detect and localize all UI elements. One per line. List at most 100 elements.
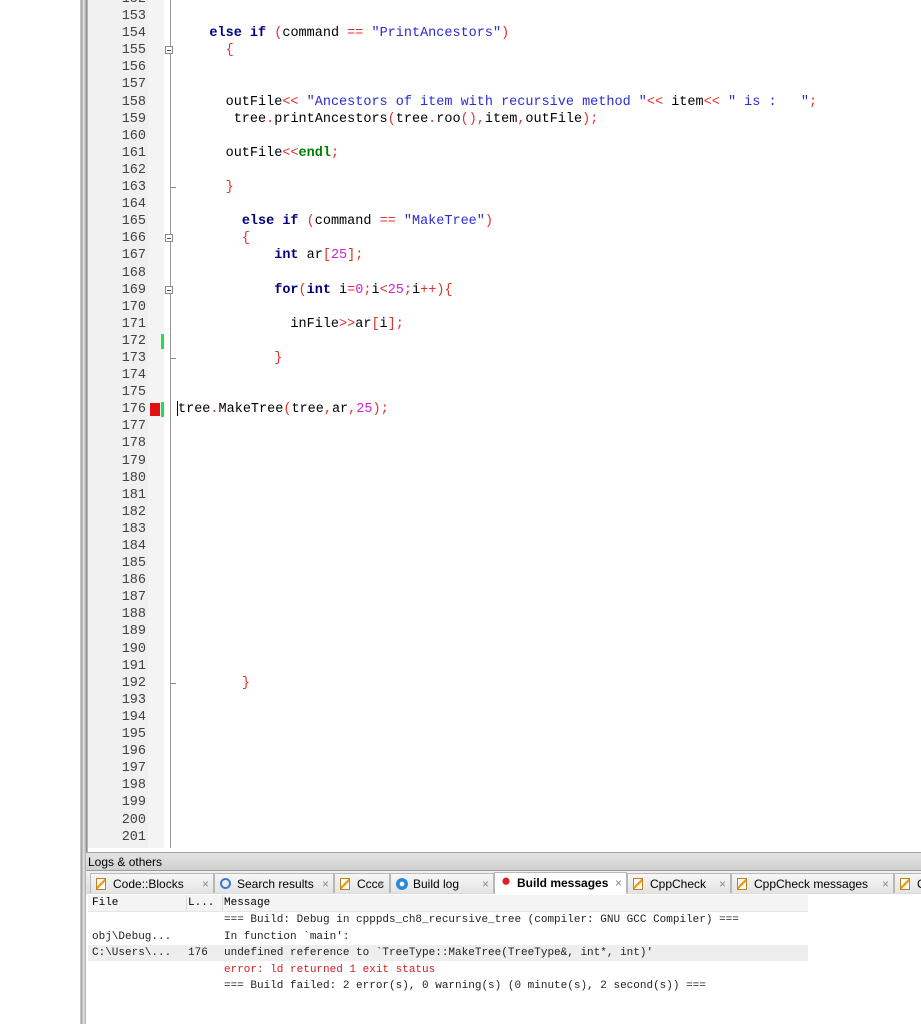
tab-code-blocks[interactable]: Code::Blocks × bbox=[90, 873, 214, 893]
error-marker-icon[interactable] bbox=[150, 403, 160, 417]
code-line[interactable]: 194 bbox=[88, 709, 921, 726]
code-line[interactable]: 197 bbox=[88, 760, 921, 777]
code-text[interactable]: { bbox=[177, 42, 234, 59]
line-number: 190 bbox=[121, 641, 146, 657]
code-token: MakeTree bbox=[218, 402, 284, 418]
column-header-message[interactable]: Message bbox=[224, 895, 270, 911]
tab-cccc[interactable]: Cccc × bbox=[334, 873, 390, 893]
code-text[interactable]: } bbox=[177, 179, 234, 196]
code-line[interactable]: 199 bbox=[88, 794, 921, 811]
code-line[interactable]: 172 bbox=[88, 333, 921, 350]
tab-cppcheck[interactable]: CppCheck × bbox=[627, 873, 731, 893]
code-text[interactable]: else if (command == "PrintAncestors") bbox=[177, 25, 509, 42]
code-line[interactable]: 189 bbox=[88, 623, 921, 640]
close-icon[interactable]: × bbox=[482, 874, 489, 894]
code-text[interactable]: inFile>>ar[i]; bbox=[177, 316, 403, 333]
code-text[interactable]: } bbox=[177, 350, 282, 367]
fold-collapse-icon[interactable] bbox=[165, 234, 173, 243]
code-line[interactable]: 186 bbox=[88, 572, 921, 589]
line-number: 188 bbox=[121, 607, 146, 623]
code-line[interactable]: 167 int ar[25]; bbox=[88, 247, 921, 264]
code-text[interactable]: } bbox=[177, 675, 250, 692]
code-line[interactable]: 178 bbox=[88, 435, 921, 452]
code-line[interactable]: 177 bbox=[88, 418, 921, 435]
close-icon[interactable]: × bbox=[378, 874, 385, 894]
code-text[interactable]: else if (command == "MakeTree") bbox=[177, 213, 493, 230]
code-line[interactable]: 155 { bbox=[88, 42, 921, 59]
code-line[interactable]: 191 bbox=[88, 658, 921, 675]
code-line[interactable]: 180 bbox=[88, 470, 921, 487]
fold-collapse-icon[interactable] bbox=[165, 285, 173, 294]
code-line[interactable]: 156 bbox=[88, 59, 921, 76]
code-line[interactable]: 174 bbox=[88, 367, 921, 384]
build-message-row[interactable]: C:\Users\... 176 undefined reference to `T… bbox=[88, 945, 808, 961]
code-line[interactable]: 154 else if (command == "PrintAncestors"… bbox=[88, 25, 921, 42]
code-line[interactable]: 168 bbox=[88, 265, 921, 282]
fold-collapse-icon[interactable] bbox=[165, 46, 173, 55]
code-line[interactable]: 201 bbox=[88, 829, 921, 846]
tab-cppcheck-messages[interactable]: CppCheck messages × bbox=[731, 873, 894, 893]
code-line[interactable]: 193 bbox=[88, 692, 921, 709]
close-icon[interactable]: × bbox=[615, 873, 622, 893]
code-line[interactable]: 171 inFile>>ar[i]; bbox=[88, 316, 921, 333]
code-line[interactable]: 153 bbox=[88, 8, 921, 25]
code-line[interactable]: 185 bbox=[88, 555, 921, 572]
code-line[interactable]: 166 { bbox=[88, 230, 921, 247]
code-line[interactable]: 192 } bbox=[88, 675, 921, 692]
close-icon[interactable]: × bbox=[322, 874, 329, 894]
build-messages-list[interactable]: File L... Message === Build: Debug in cp… bbox=[86, 894, 921, 1024]
code-editor[interactable]: 152153154 else if (command == "PrintAnce… bbox=[88, 0, 921, 848]
code-line[interactable]: 162 bbox=[88, 162, 921, 179]
close-icon[interactable]: × bbox=[202, 874, 209, 894]
code-lines[interactable]: 152153154 else if (command == "PrintAnce… bbox=[88, 0, 921, 846]
code-line[interactable]: 152 bbox=[88, 0, 921, 8]
line-number: 187 bbox=[121, 590, 146, 606]
code-line[interactable]: 181 bbox=[88, 487, 921, 504]
build-message-row[interactable]: error: ld returned 1 exit status bbox=[88, 962, 808, 978]
code-line[interactable]: 195 bbox=[88, 726, 921, 743]
code-line[interactable]: 187 bbox=[88, 589, 921, 606]
tab-search-results[interactable]: Search results × bbox=[214, 873, 334, 893]
build-message-row[interactable]: === Build failed: 2 error(s), 0 warning(… bbox=[88, 978, 808, 994]
build-message-row[interactable]: === Build: Debug in cpppds_ch8_recursive… bbox=[88, 912, 808, 928]
column-separator[interactable] bbox=[222, 895, 223, 911]
code-line[interactable]: 164 bbox=[88, 196, 921, 213]
column-header-file[interactable]: File bbox=[92, 895, 118, 911]
close-icon[interactable]: × bbox=[719, 874, 726, 894]
code-line[interactable]: 196 bbox=[88, 743, 921, 760]
code-line[interactable]: 173 } bbox=[88, 350, 921, 367]
code-line[interactable]: 170 bbox=[88, 299, 921, 316]
code-line[interactable]: 159 tree.printAncestors(tree.roo(),item,… bbox=[88, 111, 921, 128]
tab-cs[interactable]: Cs bbox=[894, 873, 921, 893]
code-text[interactable]: outFile<< "Ancestors of item with recurs… bbox=[177, 94, 817, 111]
code-line[interactable]: 175 bbox=[88, 384, 921, 401]
tab-build-log[interactable]: Build log × bbox=[390, 873, 494, 893]
code-line[interactable]: 176 tree.MakeTree(tree,ar,25); bbox=[88, 401, 921, 418]
code-text[interactable]: { bbox=[177, 230, 250, 247]
build-message-row[interactable]: obj\Debug... In function `main': bbox=[88, 929, 808, 945]
code-line[interactable]: 163 } bbox=[88, 179, 921, 196]
code-line[interactable]: 158 outFile<< "Ancestors of item with re… bbox=[88, 94, 921, 111]
code-line[interactable]: 165 else if (command == "MakeTree") bbox=[88, 213, 921, 230]
column-separator[interactable] bbox=[186, 895, 187, 911]
tab-build-messages[interactable]: Build messages × bbox=[494, 872, 627, 894]
code-text[interactable]: outFile<<endl; bbox=[177, 145, 339, 162]
code-line[interactable]: 160 bbox=[88, 128, 921, 145]
code-line[interactable]: 161 outFile<<endl; bbox=[88, 145, 921, 162]
code-line[interactable]: 179 bbox=[88, 453, 921, 470]
code-text[interactable]: int ar[25]; bbox=[177, 247, 363, 264]
code-line[interactable]: 182 bbox=[88, 504, 921, 521]
code-line[interactable]: 190 bbox=[88, 641, 921, 658]
close-icon[interactable]: × bbox=[882, 874, 889, 894]
code-line[interactable]: 157 bbox=[88, 76, 921, 93]
code-line[interactable]: 169 for(int i=0;i<25;i++){ bbox=[88, 282, 921, 299]
code-text[interactable]: for(int i=0;i<25;i++){ bbox=[177, 282, 452, 299]
code-line[interactable]: 183 bbox=[88, 521, 921, 538]
code-text[interactable]: tree.MakeTree(tree,ar,25); bbox=[177, 401, 389, 418]
code-text[interactable]: tree.printAncestors(tree.roo(),item,outF… bbox=[177, 111, 599, 128]
code-line[interactable]: 188 bbox=[88, 606, 921, 623]
code-line[interactable]: 198 bbox=[88, 777, 921, 794]
code-line[interactable]: 184 bbox=[88, 538, 921, 555]
column-header-line[interactable]: L... bbox=[188, 895, 214, 911]
code-line[interactable]: 200 bbox=[88, 812, 921, 829]
